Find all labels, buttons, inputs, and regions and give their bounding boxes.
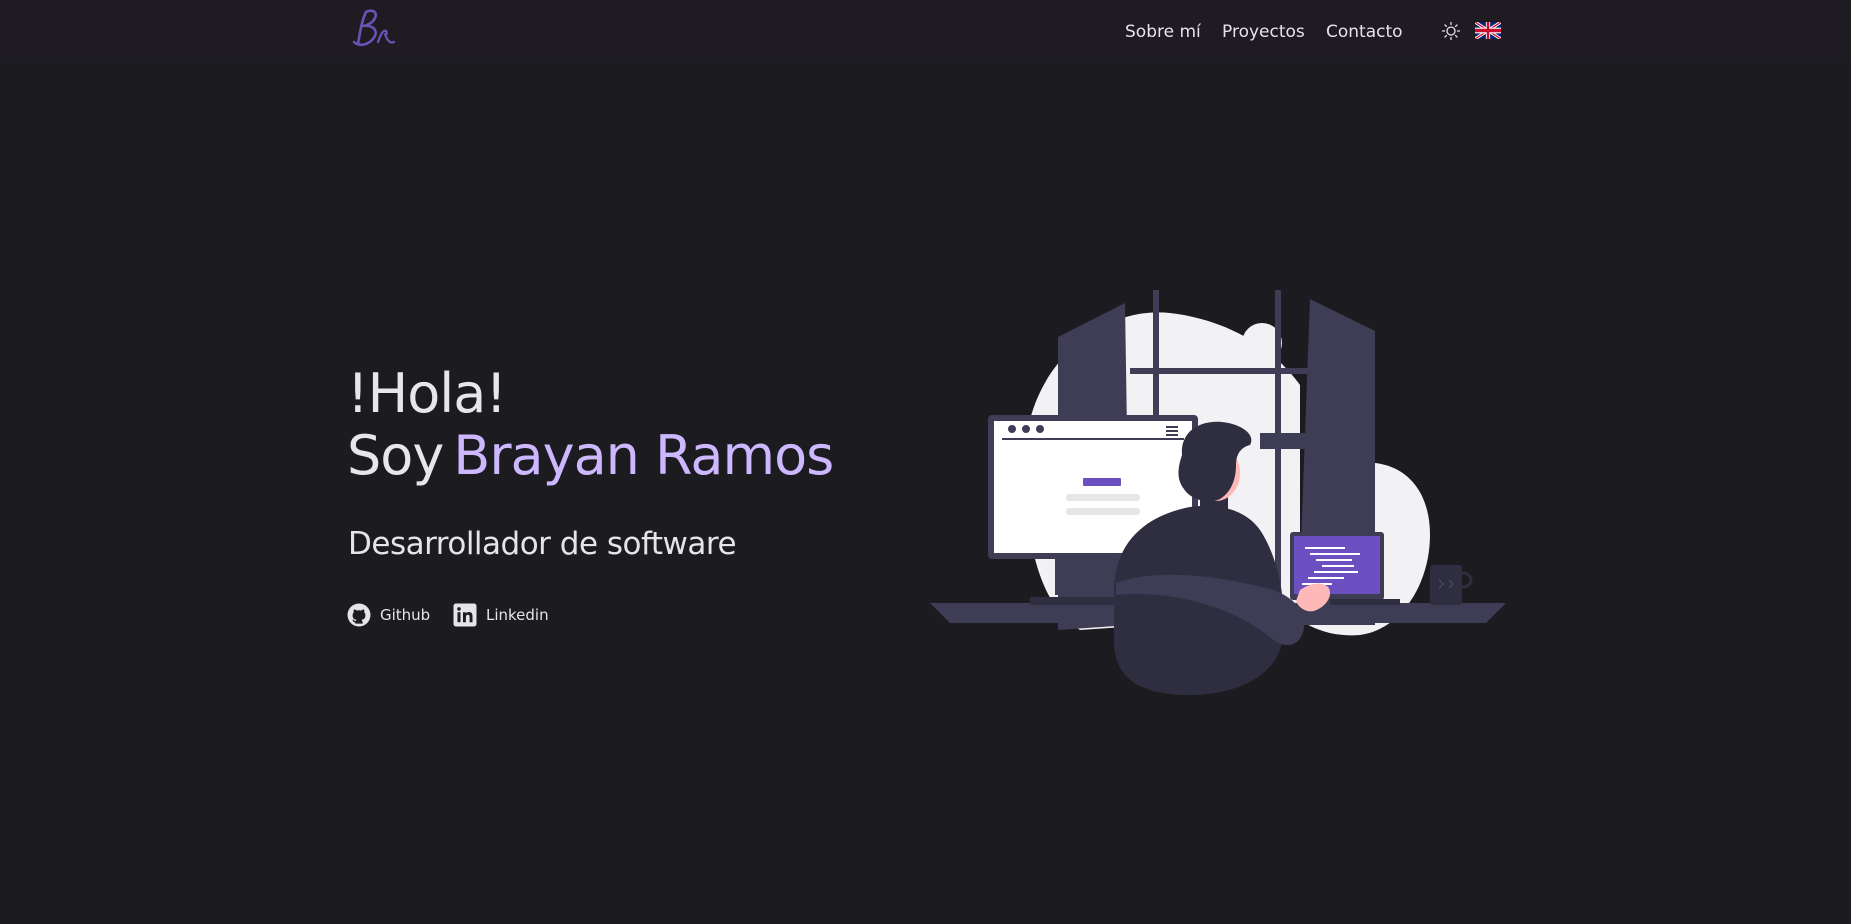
theme-toggle[interactable] xyxy=(1440,20,1462,42)
hero-intro-prefix: Soy xyxy=(347,424,444,487)
github-icon xyxy=(347,603,371,627)
laptop-base xyxy=(1330,599,1400,605)
window-crossbar xyxy=(1130,368,1310,374)
window-ledge xyxy=(1260,433,1310,449)
uk-flag-icon xyxy=(1475,22,1501,39)
linkedin-icon xyxy=(453,603,477,627)
page: Sobre mí Proyectos Contacto !Hola! Soy B… xyxy=(0,0,1851,924)
language-switch[interactable] xyxy=(1475,22,1501,39)
hero-name: Brayan Ramos xyxy=(453,424,834,487)
github-link-label: Github xyxy=(380,606,431,624)
nav-link-projects[interactable]: Proyectos xyxy=(1222,20,1305,44)
site-header: Sobre mí Proyectos Contacto xyxy=(0,0,1851,62)
linkedin-link-label: Linkedin xyxy=(486,606,549,624)
developer-at-desk-illustration xyxy=(930,290,1506,695)
hero-intro: Soy Brayan Ramos xyxy=(347,424,834,488)
github-link[interactable]: Github xyxy=(347,603,430,627)
site-logo[interactable] xyxy=(344,4,400,56)
hero-role: Desarrollador de software xyxy=(348,526,737,562)
monitor-stand xyxy=(1055,555,1110,595)
nav-link-contact[interactable]: Contacto xyxy=(1326,20,1403,44)
logo-monogram-icon xyxy=(352,9,396,47)
hero-illustration xyxy=(930,285,1506,705)
linkedin-link[interactable]: Linkedin xyxy=(453,603,549,627)
sun-icon xyxy=(1441,21,1461,41)
nav-link-about[interactable]: Sobre mí xyxy=(1125,20,1201,44)
coffee-mug xyxy=(1430,565,1462,605)
hero-greeting: !Hola! xyxy=(347,362,507,425)
